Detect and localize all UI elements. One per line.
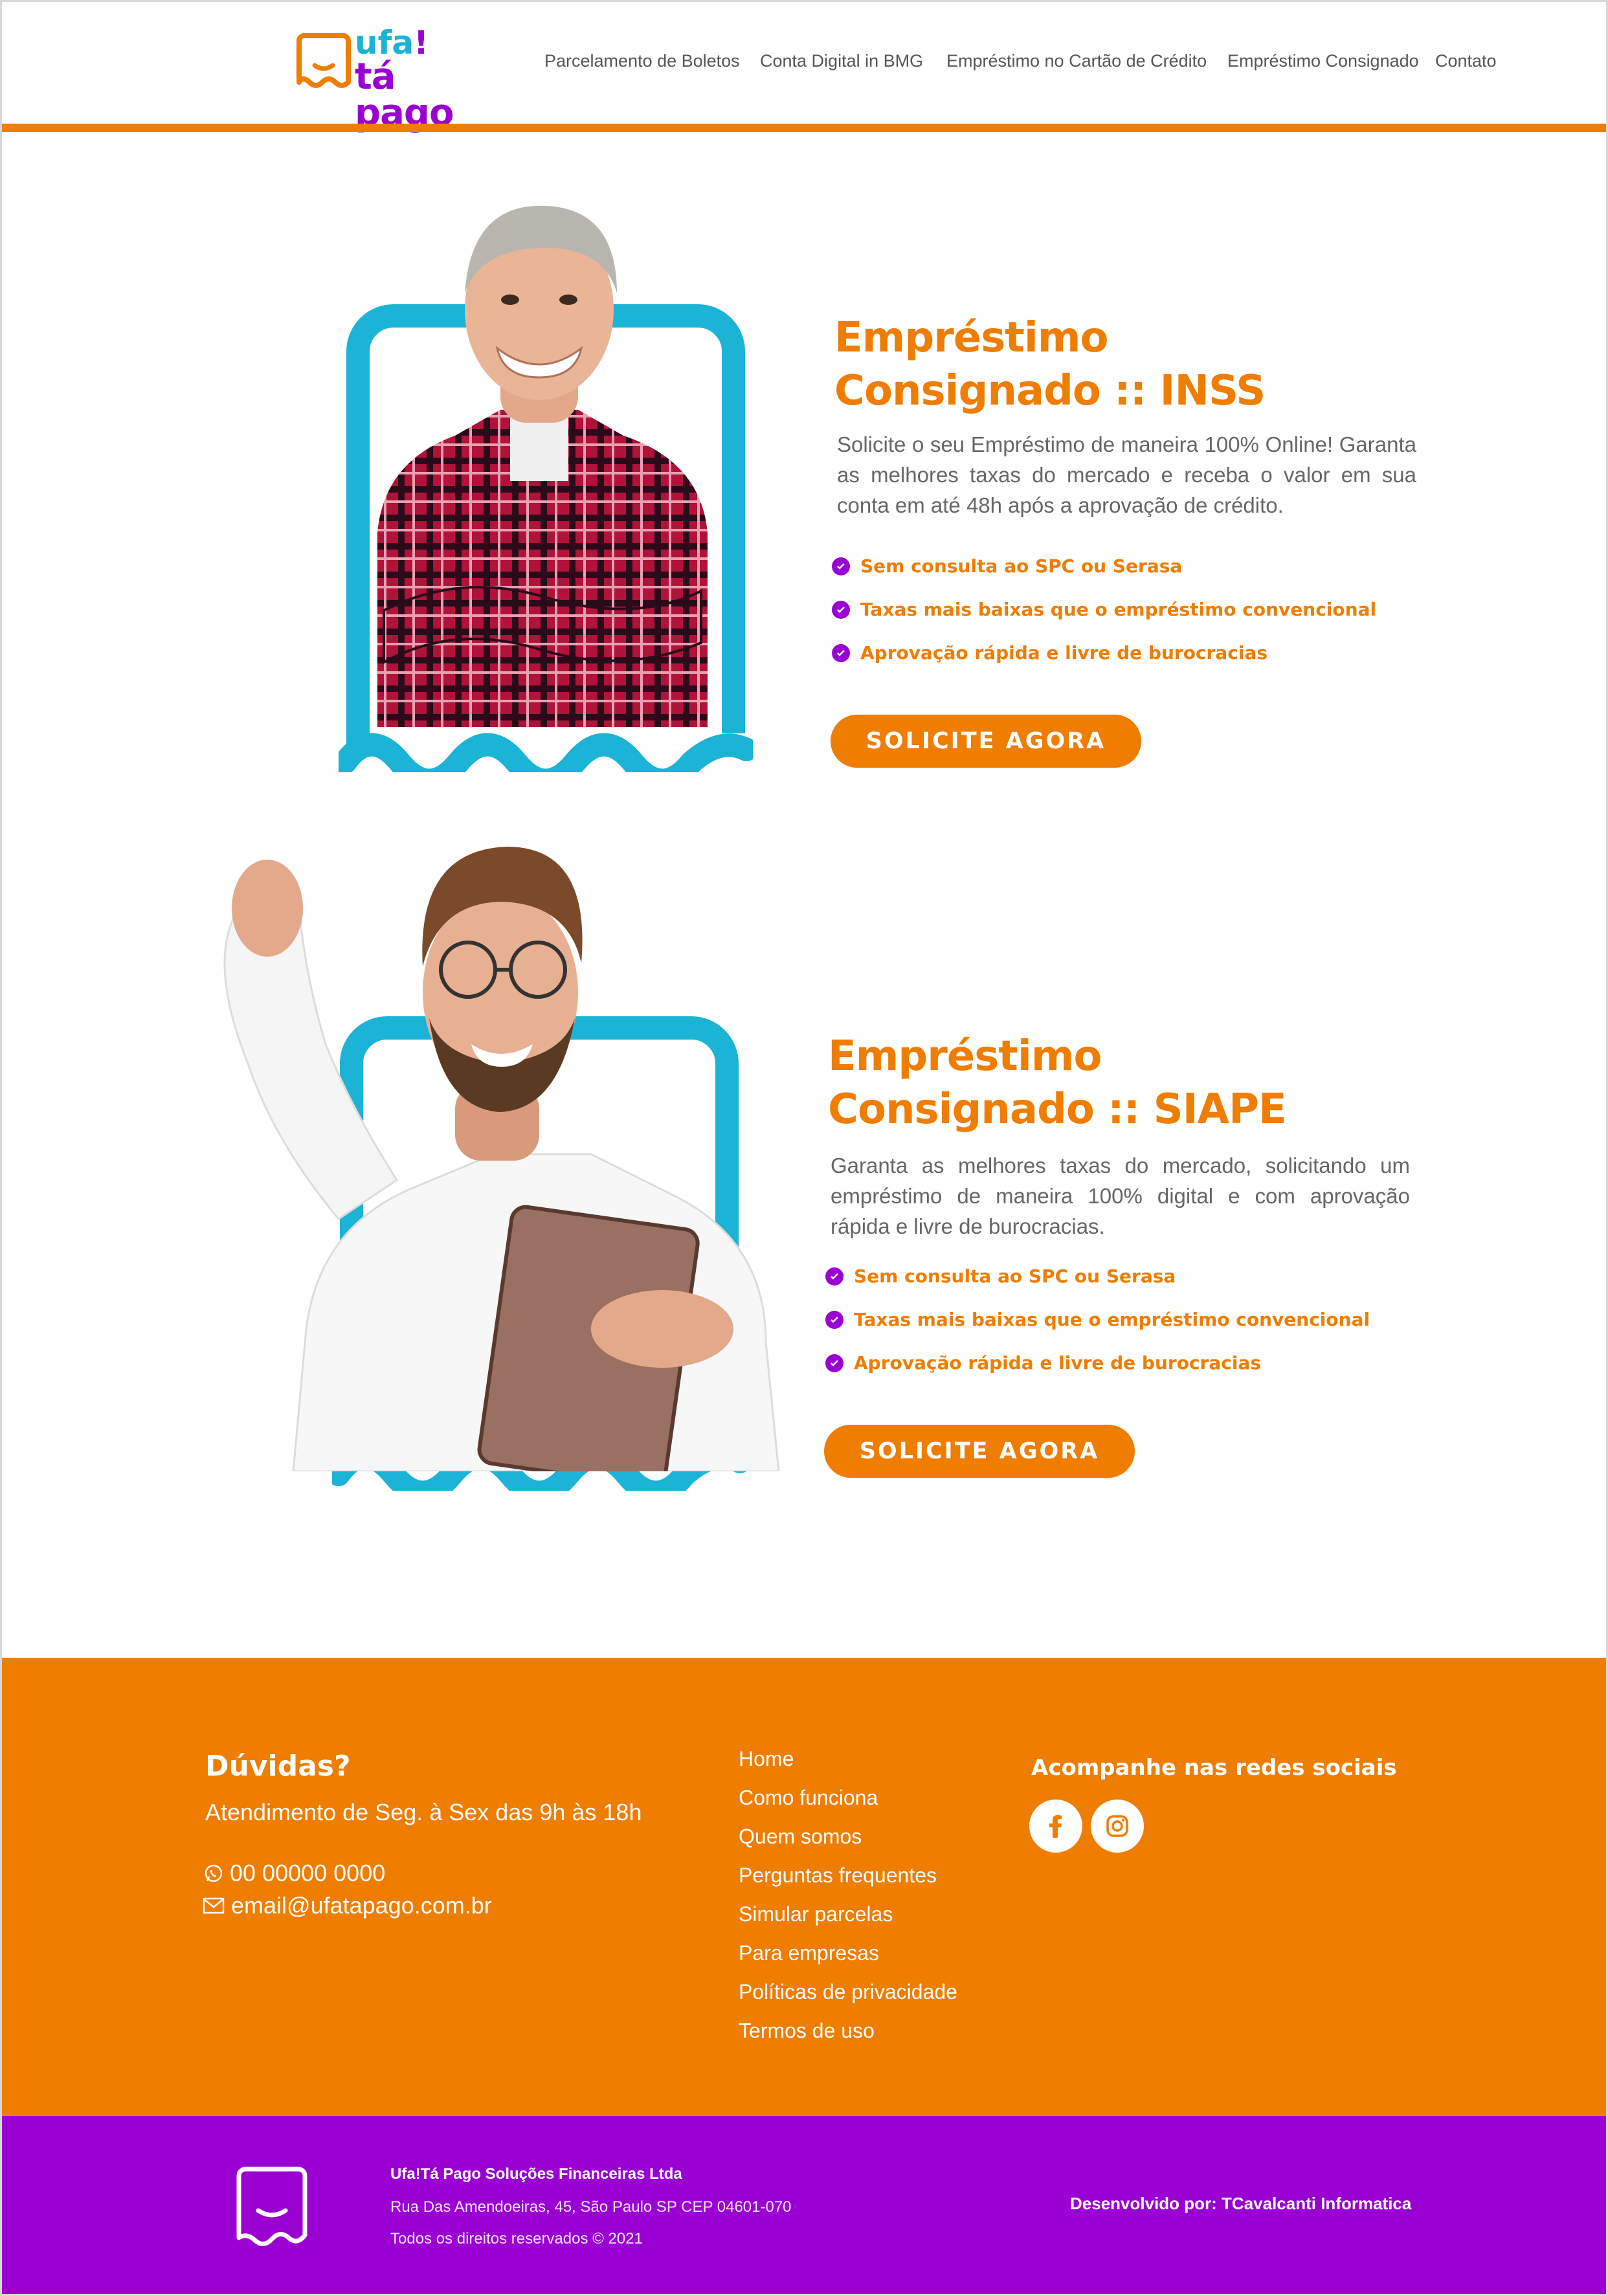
check-circle-icon — [832, 557, 850, 575]
phone-number: 00 00000 0000 — [230, 1860, 386, 1886]
footer-link-home[interactable]: Home — [739, 1747, 794, 1771]
header-divider — [2, 124, 1606, 132]
receipt-logo-icon — [296, 33, 351, 88]
benefit-text: Taxas mais baixas que o empréstimo conve… — [854, 1309, 1370, 1330]
footer-link-simular[interactable]: Simular parcelas — [739, 1902, 893, 1926]
section-title-line1: Empréstimo — [834, 314, 1108, 362]
email-address: email@ufatapago.com.br — [231, 1892, 492, 1919]
nav-emprestimo-cartao[interactable]: Empréstimo no Cartão de Crédito — [946, 51, 1207, 71]
footer-heading: Dúvidas? — [205, 1750, 351, 1783]
footer-link-empresas[interactable]: Para empresas — [739, 1941, 879, 1965]
facebook-icon — [1049, 1815, 1062, 1838]
section-title-line2: Consignado :: SIAPE — [828, 1086, 1287, 1133]
facebook-button[interactable] — [1029, 1800, 1082, 1853]
benefit-text: Taxas mais baixas que o empréstimo conve… — [860, 599, 1377, 620]
envelope-icon — [203, 1897, 225, 1914]
logo-tapago-text: tá pago — [355, 56, 454, 134]
section-description: Garanta as melhores taxas do mercado, so… — [831, 1154, 1410, 1238]
benefit-item: Aprovação rápida e livre de burocracias — [825, 1352, 1261, 1374]
nav-parcelamento-boletos[interactable]: Parcelamento de Boletos — [544, 51, 740, 71]
benefit-text: Aprovação rápida e livre de burocracias — [860, 642, 1268, 663]
phone-contact[interactable]: 00 00000 0000 — [204, 1860, 385, 1887]
footer-link-termos[interactable]: Termos de uso — [739, 2019, 875, 2043]
footer-link-perguntas[interactable]: Perguntas frequentes — [739, 1864, 937, 1888]
section-title-line1: Empréstimo — [828, 1032, 1102, 1080]
nav-contato[interactable]: Contato — [1435, 51, 1497, 71]
benefit-text: Aprovação rápida e livre de burocracias — [854, 1352, 1262, 1374]
young-man-tablet-photo — [223, 847, 780, 1471]
section-description: Solicite o seu Empréstimo de maneira 100… — [837, 432, 1416, 517]
solicite-agora-button[interactable]: SOLICITE AGORA — [831, 715, 1141, 768]
footer-link-como-funciona[interactable]: Como funciona — [739, 1786, 878, 1810]
section-title-line2: Consignado :: INSS — [834, 367, 1266, 415]
whatsapp-icon — [205, 1864, 223, 1882]
social-heading: Acompanhe nas redes sociais — [1031, 1755, 1397, 1781]
benefit-text: Sem consulta ao SPC ou Serasa — [860, 555, 1183, 577]
benefit-text: Sem consulta ao SPC ou Serasa — [854, 1265, 1176, 1287]
benefit-item: Aprovação rápida e livre de burocracias — [832, 642, 1267, 663]
logo-exclamation: ! — [414, 24, 429, 61]
instagram-icon — [1106, 1815, 1128, 1837]
nav-emprestimo-consignado[interactable]: Empréstimo Consignado — [1227, 51, 1419, 71]
company-address: Rua Das Amendoeiras, 45, São Paulo SP CE… — [390, 2198, 792, 2216]
check-circle-icon — [825, 1310, 843, 1329]
instagram-button[interactable] — [1091, 1800, 1144, 1853]
check-circle-icon — [832, 600, 850, 619]
check-circle-icon — [832, 643, 850, 662]
benefit-item: Sem consulta ao SPC ou Serasa — [832, 555, 1182, 577]
company-name: Ufa!Tá Pago Soluções Financeiras Ltda — [390, 2165, 682, 2183]
site-footer: Dúvidas? Atendimento de Seg. à Sex das 9… — [2, 1658, 1606, 2116]
logo-wordmark: ufa! tá pago — [355, 27, 504, 131]
developer-credit: Desenvolvido por: TCavalcanti Informatic… — [1070, 2194, 1412, 2213]
solicite-agora-button[interactable]: SOLICITE AGORA — [824, 1425, 1135, 1478]
senior-man-photo — [377, 205, 708, 727]
bottom-bar: Ufa!Tá Pago Soluções Financeiras Ltda Ru… — [2, 2116, 1606, 2294]
receipt-logo-icon — [236, 2167, 307, 2246]
copyright-text: Todos os direitos reservados © 2021 — [390, 2230, 643, 2247]
check-circle-icon — [825, 1354, 843, 1372]
benefit-item: Sem consulta ao SPC ou Serasa — [825, 1265, 1176, 1287]
site-header: ufa! tá pago Parcelamento de Boletos Con… — [2, 2, 1606, 131]
footer-link-quem-somos[interactable]: Quem somos — [739, 1825, 862, 1849]
benefit-item: Taxas mais baixas que o empréstimo conve… — [825, 1309, 1370, 1330]
footer-link-privacidade[interactable]: Políticas de privacidade — [739, 1980, 957, 2004]
page: ufa! tá pago Parcelamento de Boletos Con… — [0, 0, 1608, 2296]
benefit-item: Taxas mais baixas que o empréstimo conve… — [832, 599, 1376, 620]
support-hours: Atendimento de Seg. à Sex das 9h às 18h — [205, 1799, 642, 1825]
email-contact[interactable]: email@ufatapago.com.br — [203, 1892, 492, 1919]
nav-conta-digital[interactable]: Conta Digital in BMG — [760, 51, 923, 71]
logo[interactable]: ufa! tá pago — [296, 27, 504, 131]
check-circle-icon — [825, 1267, 843, 1286]
